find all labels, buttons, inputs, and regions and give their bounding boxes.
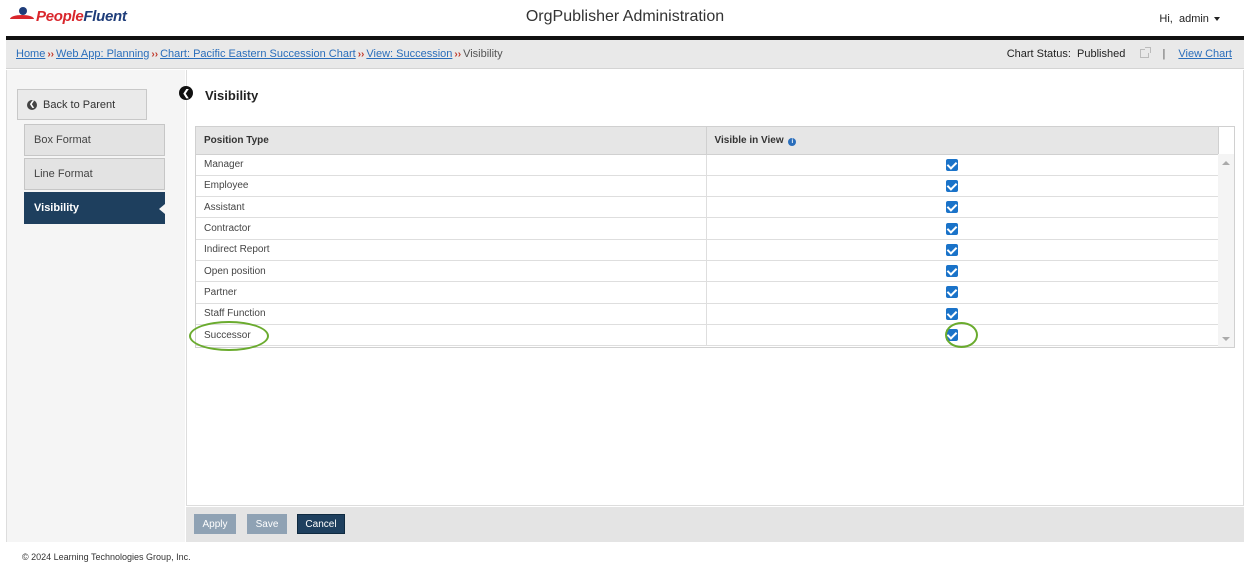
action-bar: Apply Save Cancel: [186, 507, 1244, 542]
checkbox-checked-icon[interactable]: [946, 286, 958, 299]
visible-cell: [706, 281, 1219, 304]
breadcrumb-separator: ››: [47, 49, 55, 60]
position-type-cell: Manager: [196, 154, 707, 176]
column-header-visible-in-view[interactable]: Visible in View i: [706, 127, 1219, 155]
scroll-down-icon[interactable]: [1222, 337, 1230, 341]
external-link-icon[interactable]: [1140, 47, 1152, 58]
visible-cell: [706, 260, 1219, 283]
visible-cell: [706, 324, 1219, 347]
copyright-text: © 2024 Learning Technologies Group, Inc.: [22, 552, 191, 562]
sidebar-item-label: Line Format: [34, 168, 93, 180]
checkbox-checked-icon[interactable]: [946, 222, 958, 235]
breadcrumb-current: Visibility: [463, 48, 503, 60]
checkbox-checked-icon[interactable]: [946, 158, 958, 171]
view-chart-link[interactable]: View Chart: [1178, 48, 1232, 60]
visible-cell: [706, 217, 1219, 240]
table-header-row: Position Type Visible in View i: [196, 127, 1219, 155]
breadcrumb-home[interactable]: Home: [16, 48, 45, 60]
position-type-cell: Successor: [196, 324, 707, 347]
breadcrumb-web-app[interactable]: Web App: Planning: [56, 48, 149, 60]
table-row: Indirect Report: [196, 239, 1219, 261]
position-type-cell: Contractor: [196, 217, 707, 240]
visible-cell: [706, 239, 1219, 261]
column-header-label: Position Type: [204, 134, 269, 146]
position-type-cell: Open position: [196, 260, 707, 283]
position-type-cell: Assistant: [196, 196, 707, 219]
sidebar-item-line-format[interactable]: Line Format: [24, 158, 165, 190]
visibility-table: Position Type Visible in View i Manager …: [196, 127, 1219, 347]
username: admin: [1178, 13, 1209, 25]
breadcrumb-separator: ››: [151, 49, 159, 60]
chart-status-value: Published: [1077, 48, 1126, 60]
table-row: Manager: [196, 154, 1219, 176]
visible-cell: [706, 175, 1219, 198]
checkbox-checked-icon[interactable]: [946, 243, 958, 256]
save-button[interactable]: Save: [247, 514, 287, 534]
breadcrumb: Home ›› Web App: Planning ›› Chart: Pacific …: [16, 48, 503, 60]
chevron-down-icon: [1214, 17, 1220, 22]
user-menu[interactable]: Hi, admin: [1159, 13, 1220, 25]
chart-status: Chart Status: Published | View Chart: [1006, 47, 1232, 60]
breadcrumb-view[interactable]: View: Succession: [366, 48, 452, 60]
position-type-cell: Indirect Report: [196, 239, 707, 261]
back-to-parent-label: Back to Parent: [43, 98, 116, 111]
sidebar-item-box-format[interactable]: Box Format: [24, 124, 165, 156]
breadcrumb-separator: ››: [357, 49, 365, 60]
position-type-cell: Employee: [196, 175, 707, 198]
app-header: PeopleFluent OrgPublisher Administration…: [0, 0, 1250, 36]
scroll-up-icon[interactable]: [1222, 161, 1230, 165]
main-panel: ❮ Visibility Position Type Visible in Vi…: [179, 70, 1244, 506]
visibility-grid: Position Type Visible in View i Manager …: [195, 126, 1235, 348]
breadcrumb-bar: Home ›› Web App: Planning ›› Chart: Pacific …: [6, 40, 1244, 69]
greeting: Hi,: [1159, 13, 1173, 25]
back-to-parent-button[interactable]: ❮ Back to Parent: [17, 89, 147, 120]
cancel-button[interactable]: Cancel: [297, 514, 345, 534]
status-divider: |: [1162, 48, 1166, 60]
app-title: OrgPublisher Administration: [525, 8, 725, 25]
table-row: Successor: [196, 324, 1219, 347]
position-type-cell: Staff Function: [196, 303, 707, 325]
checkbox-checked-icon[interactable]: [946, 329, 958, 342]
sidebar-item-visibility[interactable]: Visibility: [24, 192, 165, 224]
info-icon[interactable]: i: [788, 137, 797, 146]
table-row: Employee: [196, 175, 1219, 198]
checkbox-checked-icon[interactable]: [946, 179, 958, 192]
checkbox-checked-icon[interactable]: [946, 201, 958, 214]
apply-button[interactable]: Apply: [194, 514, 236, 534]
table-row: Partner: [196, 281, 1219, 304]
column-header-position-type[interactable]: Position Type: [196, 127, 707, 155]
table-row: Open position: [196, 260, 1219, 283]
table-row: Contractor: [196, 217, 1219, 240]
table-row: Assistant: [196, 196, 1219, 219]
checkbox-checked-icon[interactable]: [946, 307, 958, 320]
chart-status-label: Chart Status:: [1006, 48, 1071, 60]
page-title: Visibility: [205, 88, 259, 103]
visible-cell: [706, 303, 1219, 325]
back-arrow-icon: ❮: [27, 99, 37, 110]
sidebar: ❮ Back to Parent Box Format Line Format …: [6, 70, 185, 542]
visible-cell: [706, 154, 1219, 176]
visible-cell: [706, 196, 1219, 219]
breadcrumb-chart[interactable]: Chart: Pacific Eastern Succession Chart: [160, 48, 356, 60]
breadcrumb-separator: ››: [454, 49, 462, 60]
vertical-scrollbar[interactable]: [1218, 154, 1234, 347]
column-header-label: Visible in View: [714, 134, 784, 146]
table-row: Staff Function: [196, 303, 1219, 325]
checkbox-checked-icon[interactable]: [946, 265, 958, 278]
position-type-cell: Partner: [196, 281, 707, 304]
sidebar-item-label: Box Format: [34, 134, 91, 146]
collapse-left-icon[interactable]: ❮: [179, 86, 193, 100]
sidebar-item-label: Visibility: [34, 202, 80, 214]
